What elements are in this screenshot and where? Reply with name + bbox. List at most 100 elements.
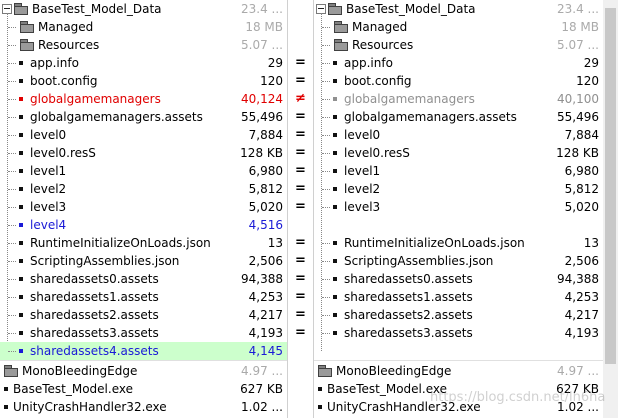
- tree-row[interactable]: level1 6,980: [314, 162, 603, 180]
- file-icon: [19, 79, 23, 83]
- tree-row[interactable]: level0.resS 128 KB: [314, 144, 603, 162]
- tree-row[interactable]: Resources 5.07 ...: [314, 36, 603, 54]
- tree-row[interactable]: globalgamemanagers.assets 55,496: [0, 108, 287, 126]
- tree-row[interactable]: sharedassets1.assets 4,253: [314, 288, 603, 306]
- tree-row[interactable]: Resources 5.07 ...: [0, 36, 287, 54]
- tree-row[interactable]: MonoBleedingEdge 4.97 ...: [314, 362, 603, 380]
- tree-row[interactable]: Managed 18 MB: [314, 18, 603, 36]
- tree-row[interactable]: sharedassets2.assets 4,217: [0, 306, 287, 324]
- section-divider: [0, 360, 287, 361]
- tree-row[interactable]: UnityCrashHandler32.exe 1.02 ...: [0, 398, 287, 416]
- tree-root-row[interactable]: BaseTest_Model_Data 23.4 ...: [314, 0, 603, 18]
- file-name: globalgamemanagers.assets: [344, 110, 517, 124]
- tree-row[interactable]: globalgamemanagers 40,124: [0, 90, 287, 108]
- file-icon: [19, 259, 23, 263]
- tree-branch-line: [322, 261, 330, 262]
- file-name: level0.resS: [30, 146, 96, 160]
- tree-branch-line: [322, 207, 330, 208]
- vertical-scrollbar[interactable]: [603, 0, 618, 418]
- compare-column: = = ≠ = = = = = = = = = = = =: [287, 0, 314, 418]
- left-folder-pane[interactable]: BaseTest_Model_Data 23.4 ... Managed 18 MB R…: [0, 0, 287, 418]
- tree-row[interactable]: level1 6,980: [0, 162, 287, 180]
- tree-row[interactable]: boot.config 120: [0, 72, 287, 90]
- tree-row[interactable]: app.info 29: [314, 54, 603, 72]
- tree-row[interactable]: RuntimeInitializeOnLoads.json 13: [0, 234, 287, 252]
- file-name: level0.resS: [344, 146, 410, 160]
- file-size: 94,388: [241, 272, 283, 286]
- tree-row[interactable]: sharedassets0.assets 94,388: [314, 270, 603, 288]
- tree-branch-line: [322, 297, 330, 298]
- tree-row[interactable]: level3 5,020: [0, 198, 287, 216]
- tree-row[interactable]: BaseTest_Model.exe 627 KB: [0, 380, 287, 398]
- file-size: 4,217: [248, 308, 283, 322]
- tree-branch-line: [8, 333, 16, 334]
- file-name: BaseTest_Model.exe: [327, 382, 447, 396]
- right-folder-pane[interactable]: BaseTest_Model_Data 23.4 ... Managed 18 MB R…: [314, 0, 603, 418]
- tree-row[interactable]: globalgamemanagers 40,100: [314, 90, 603, 108]
- tree-branch-line: [8, 63, 16, 64]
- tree-row[interactable]: sharedassets3.assets 4,193: [314, 324, 603, 342]
- tree-row[interactable]: Managed 18 MB: [0, 18, 287, 36]
- tree-row[interactable]: level0.resS 128 KB: [0, 144, 287, 162]
- file-name: level4: [30, 218, 67, 232]
- file-icon: [19, 223, 23, 227]
- tree-branch-line: [8, 117, 16, 118]
- equal-marker: =: [295, 199, 306, 214]
- tree-row[interactable]: sharedassets2.assets 4,217: [314, 306, 603, 324]
- section-divider: [314, 360, 603, 361]
- tree-branch-line: [8, 261, 16, 262]
- file-icon: [333, 241, 337, 245]
- tree-row[interactable]: ScriptingAssemblies.json 2,506: [314, 252, 603, 270]
- scrollbar-thumb[interactable]: [605, 8, 616, 364]
- tree-row[interactable]: level0 7,884: [0, 126, 287, 144]
- tree-row[interactable]: sharedassets1.assets 4,253: [0, 288, 287, 306]
- tree-branch-line: [8, 189, 16, 190]
- file-size: 18 MB: [561, 20, 599, 34]
- folder-icon: [328, 3, 342, 15]
- file-icon: [333, 295, 337, 299]
- tree-row[interactable]: globalgamemanagers.assets 55,496: [314, 108, 603, 126]
- tree-row[interactable]: BaseTest_Model.exe 627 KB: [314, 380, 603, 398]
- file-icon: [333, 313, 337, 317]
- file-size: 2,506: [248, 254, 283, 268]
- tree-row[interactable]: level2 5,812: [314, 180, 603, 198]
- equal-marker: =: [295, 253, 306, 268]
- file-name: sharedassets4.assets: [30, 344, 159, 358]
- tree-branch-line: [8, 45, 16, 46]
- file-icon: [19, 205, 23, 209]
- tree-branch-line: [8, 243, 16, 244]
- tree-row[interactable]: level0 7,884: [314, 126, 603, 144]
- file-icon: [333, 331, 337, 335]
- file-size: 5.07 ...: [557, 38, 599, 52]
- tree-row[interactable]: level4 4,516: [0, 216, 287, 234]
- tree-row[interactable]: level3 5,020: [314, 198, 603, 216]
- tree-row[interactable]: RuntimeInitializeOnLoads.json 13: [314, 234, 603, 252]
- file-name: sharedassets2.assets: [30, 308, 159, 322]
- tree-branch-line: [322, 99, 330, 100]
- tree-row[interactable]: app.info 29: [0, 54, 287, 72]
- file-icon: [333, 277, 337, 281]
- folder-name: Resources: [352, 38, 414, 52]
- tree-row[interactable]: MonoBleedingEdge 4.97 ...: [0, 362, 287, 380]
- file-size: 55,496: [241, 110, 283, 124]
- folder-name: BaseTest_Model_Data: [32, 2, 162, 16]
- tree-branch-line: [322, 81, 330, 82]
- file-size: 627 KB: [556, 382, 599, 396]
- tree-row[interactable]: ScriptingAssemblies.json 2,506: [0, 252, 287, 270]
- tree-row[interactable]: sharedassets4.assets 4,145: [0, 342, 287, 360]
- file-name: BaseTest_Model.exe: [13, 382, 133, 396]
- file-size: 7,884: [248, 128, 283, 142]
- folder-icon: [14, 3, 28, 15]
- tree-row[interactable]: sharedassets0.assets 94,388: [0, 270, 287, 288]
- file-icon: [4, 405, 8, 409]
- tree-row[interactable]: level2 5,812: [0, 180, 287, 198]
- file-name: UnityCrashHandler32.exe: [13, 400, 167, 414]
- tree-row[interactable]: sharedassets3.assets 4,193: [0, 324, 287, 342]
- file-icon: [19, 133, 23, 137]
- tree-row[interactable]: boot.config 120: [314, 72, 603, 90]
- tree-branch-line: [8, 297, 16, 298]
- file-size: 29: [583, 56, 599, 70]
- tree-root-row[interactable]: BaseTest_Model_Data 23.4 ...: [0, 0, 287, 18]
- file-name: RuntimeInitializeOnLoads.json: [30, 236, 211, 250]
- tree-row[interactable]: UnityCrashHandler32.exe 1.02 ...: [314, 398, 603, 416]
